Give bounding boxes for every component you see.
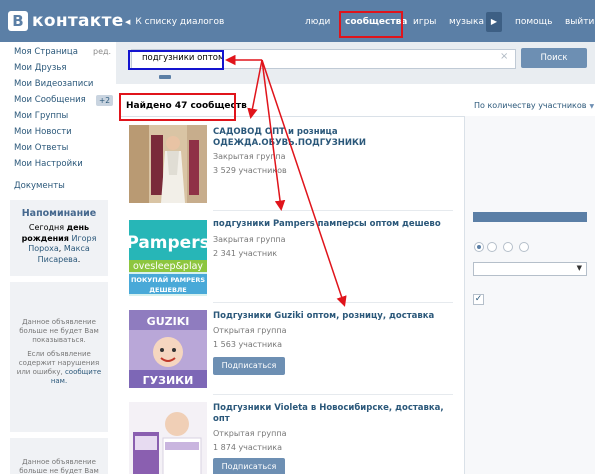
group-avatar[interactable]: Pampers ovesleep&play ПОКУПАЙ PAMPERS ДЕ… — [129, 218, 207, 296]
sidebar-edit-link[interactable]: ред. — [93, 47, 111, 56]
group-member-count: 3 529 участников — [213, 166, 287, 175]
chevron-left-icon: ◀ — [125, 18, 131, 26]
filter-radio[interactable] — [487, 242, 497, 252]
reminder-title: Напоминание — [21, 208, 97, 219]
group-type: Открытая группа — [213, 326, 287, 335]
ad-block: Данное объявление больше не будет Вам по… — [10, 282, 108, 432]
guziki-logo: GUZIKI ГУЗИКИ — [129, 310, 207, 388]
vk-logo-text: контакте — [32, 11, 124, 31]
sidebar-item-my-page[interactable]: Моя Страница — [14, 47, 78, 57]
back-to-dialogs-label: К списку диалогов — [135, 17, 225, 27]
sidebar-item-settings[interactable]: Мои Настройки — [14, 159, 83, 169]
birthday-reminder: Напоминание Сегодня день рождения Игоря … — [10, 200, 108, 276]
nav-music[interactable]: музыка — [449, 17, 484, 27]
group-avatar[interactable] — [129, 125, 207, 203]
vk-logo-icon: В — [8, 11, 28, 31]
group-avatar-photo — [129, 125, 207, 203]
search-button[interactable]: Поиск — [521, 48, 587, 68]
filter-checkbox[interactable]: ✓ — [473, 294, 484, 305]
vk-logo[interactable]: В контакте — [8, 10, 124, 32]
filter-radio[interactable] — [503, 242, 513, 252]
chevron-down-icon: ▼ — [576, 264, 582, 272]
nav-logout[interactable]: выйти — [565, 17, 594, 27]
nav-help[interactable]: помощь — [515, 17, 552, 27]
ad-report-notice: Если объявление содержит нарушения или о… — [12, 350, 106, 386]
group-member-count: 1 874 участника — [213, 443, 283, 452]
annotation-highlight-search — [128, 50, 224, 70]
filter-header-bar — [473, 212, 587, 222]
group-type: Закрытая группа — [213, 152, 286, 161]
filter-radio[interactable] — [519, 242, 529, 252]
group-avatar[interactable]: GUZIKI ГУЗИКИ — [129, 310, 207, 388]
reminder-text-part: . — [77, 254, 81, 264]
chevron-down-icon: ▼ — [589, 103, 595, 110]
group-type: Закрытая группа — [213, 235, 286, 244]
page: В контакте ◀ К списку диалогов люди сооб… — [0, 0, 595, 474]
group-title-link[interactable]: Подгузники Violeta в Новосибирске, доста… — [213, 403, 453, 425]
sidebar-item-messages[interactable]: Мои Сообщения — [14, 95, 86, 105]
pampers-brand-text: Pampers — [129, 233, 207, 253]
annotation-highlight-count — [119, 93, 236, 121]
back-to-dialogs-link[interactable]: ◀ К списку диалогов — [125, 17, 224, 27]
divider — [213, 210, 453, 211]
messages-count-badge[interactable]: +2 — [96, 95, 114, 106]
filter-radio[interactable] — [474, 242, 484, 252]
sidebar-item-documents[interactable]: Документы — [14, 181, 65, 191]
divider — [213, 394, 453, 395]
group-title-link[interactable]: Подгузники Guziki оптом, розницу, достав… — [213, 311, 453, 322]
annotation-highlight-communities — [339, 11, 403, 38]
sidebar-item-groups[interactable]: Мои Группы — [14, 111, 68, 121]
nav-games[interactable]: игры — [413, 17, 436, 27]
group-type: Открытая группа — [213, 429, 287, 438]
annotation-arrow — [261, 59, 347, 307]
sidebar-item-news[interactable]: Мои Новости — [14, 127, 72, 137]
nav-more-icon[interactable]: ▶ — [486, 12, 502, 32]
reminder-text: Сегодня день рождения Игоря Пороха, Макс… — [14, 223, 104, 265]
pampers-promo-text: ПОКУПАЙ PAMPERS — [131, 275, 205, 284]
pampers-slogan-text: ovesleep&play — [133, 261, 203, 272]
subscribe-button[interactable]: Подписаться — [213, 458, 285, 474]
ad-hidden-notice: Данное объявление больше не будет Вам по… — [19, 318, 99, 344]
search-tab-indicator — [159, 75, 171, 79]
sidebar-item-friends[interactable]: Мои Друзья — [14, 63, 66, 73]
sort-dropdown[interactable]: По количеству участников ▼ — [474, 101, 594, 110]
subscribe-button[interactable]: Подписаться — [213, 357, 285, 375]
guziki-brand-text: GUZIKI — [147, 315, 190, 328]
group-avatar[interactable] — [129, 402, 207, 474]
ad-hidden-notice: Данное объявление больше не будет Вам — [19, 458, 99, 474]
pampers-promo-text: ДЕШЕВЛЕ — [149, 286, 187, 294]
sidebar-item-answers[interactable]: Мои Ответы — [14, 143, 68, 153]
violeta-product-photo — [129, 402, 207, 474]
sidebar-item-videos[interactable]: Мои Видеозаписи — [14, 79, 93, 89]
ad-block: Данное объявление больше не будет Вам — [10, 438, 108, 474]
group-member-count: 2 341 участник — [213, 249, 278, 258]
group-member-count: 1 563 участника — [213, 340, 283, 349]
top-header: В контакте ◀ К списку диалогов люди сооб… — [0, 0, 595, 42]
sort-label: По количеству участников — [474, 101, 587, 110]
nav-people[interactable]: люди — [305, 17, 330, 27]
group-title-link[interactable]: подгузники Pampers памперсы оптом дешево — [213, 219, 453, 230]
divider — [213, 302, 453, 303]
pampers-logo: Pampers ovesleep&play ПОКУПАЙ PAMPERS ДЕ… — [129, 218, 207, 296]
filter-select[interactable]: ▼ — [473, 262, 587, 276]
clear-icon[interactable]: × — [500, 51, 508, 62]
reminder-text-part: Сегодня — [28, 223, 67, 232]
guziki-brand-text-ru: ГУЗИКИ — [143, 374, 194, 387]
group-title-link[interactable]: САДОВОД ОПТ и розница ОДЕЖДА.ОБУВЬ.ПОДГУ… — [213, 127, 453, 149]
